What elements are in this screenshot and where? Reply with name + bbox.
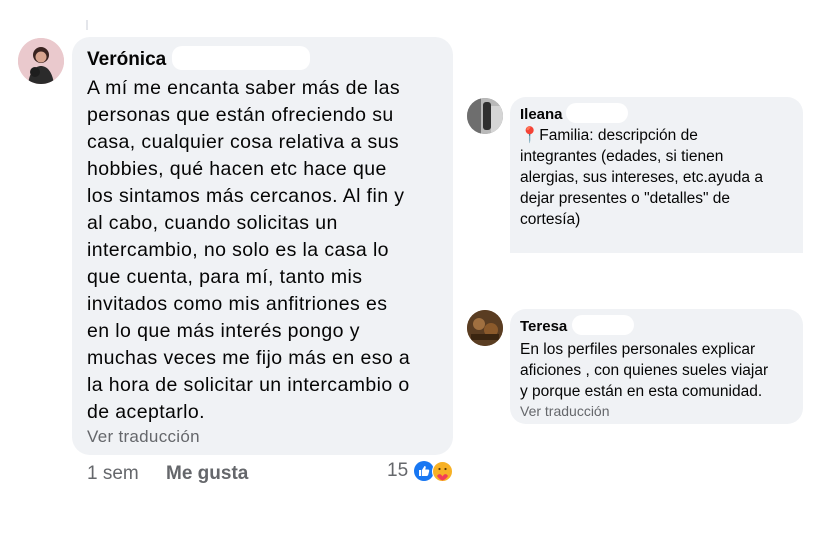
text-line: personas que están ofreciendo su [87, 104, 394, 126]
text-line: muchas veces me fijo más en eso a [87, 347, 411, 369]
text-line: de aceptarlo. [87, 401, 205, 423]
text-line: invitados como mis anfitriones es [87, 293, 388, 315]
see-translation-link[interactable]: Ver traducción [520, 403, 610, 419]
text-line: los sintamos más cercanos. Al fin y [87, 185, 405, 207]
text-line: intercambio, no solo es la casa lo [87, 239, 389, 261]
text-line: hobbies, qué hacen etc hace que [87, 158, 387, 180]
text-line: que cuenta, para mí, tanto mis [87, 266, 363, 288]
redacted-name [572, 315, 634, 335]
comment-text: A mí me encanta saber más de las persona… [87, 75, 447, 426]
comment-author[interactable]: Verónica [87, 49, 166, 71]
text-line: al cabo, cuando solicitas un [87, 212, 338, 234]
text-line: integrantes (edades, si tienen [520, 148, 724, 165]
text-line: dejar presentes o "detalles" de [520, 190, 731, 207]
care-icon [432, 461, 453, 482]
comment-text: En los perfiles personales explicar afic… [520, 339, 805, 402]
avatar[interactable] [467, 98, 503, 134]
text-line: casa, cualquier cosa relativa a sus [87, 131, 400, 153]
text-line: y porque están en esta comunidad. [520, 383, 763, 400]
like-button[interactable]: Me gusta [166, 463, 248, 485]
text-line: en lo que más interés pongo y [87, 320, 360, 342]
comment-text: 📍Familia: descripción de integrantes (ed… [520, 125, 800, 230]
text-line: cortesía) [520, 211, 581, 228]
comment-author[interactable]: Ileana [520, 106, 563, 123]
text-line: alergias, sus intereses, etc.ayuda a [520, 169, 763, 186]
like-icon [414, 461, 434, 481]
avatar[interactable] [18, 38, 64, 84]
text-line: la hora de solicitar un intercambio o [87, 374, 410, 396]
redacted-name [172, 46, 310, 70]
divider-mark [86, 20, 88, 30]
text-line: En los perfiles personales explicar [520, 341, 756, 358]
comment-bubble: Ileana 📍Familia: descripción de integran… [510, 97, 803, 253]
comment-bubble: Verónica A mí me encanta saber más de la… [72, 37, 453, 455]
text-line: aficiones , con quienes sueles viajar [520, 362, 769, 379]
reaction-count[interactable]: 15 [387, 460, 408, 482]
redacted-name [566, 103, 628, 123]
see-translation-link[interactable]: Ver traducción [87, 427, 200, 447]
comment-bubble: Teresa En los perfiles personales explic… [510, 309, 803, 424]
avatar[interactable] [467, 310, 503, 346]
comment-author[interactable]: Teresa [520, 318, 567, 335]
text-line: A mí me encanta saber más de las [87, 77, 401, 99]
text-line: 📍Familia: descripción de [520, 127, 698, 144]
comment-timestamp[interactable]: 1 sem [87, 463, 139, 485]
